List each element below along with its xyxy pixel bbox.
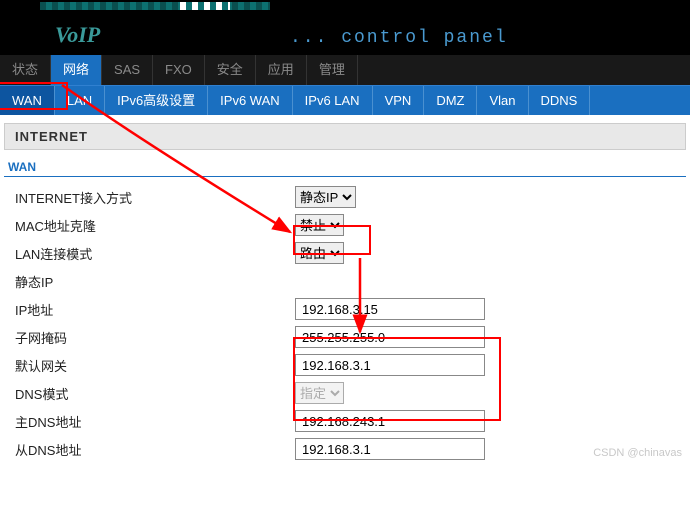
select-lan-mode[interactable]: 路由 — [295, 242, 344, 264]
row-ip: IP地址 — [0, 295, 690, 323]
input-mask[interactable] — [295, 326, 485, 348]
sub-tab-5[interactable]: VPN — [373, 86, 425, 115]
brand-subtitle: ... control panel — [290, 28, 508, 48]
label-ip: IP地址 — [0, 300, 295, 319]
main-tab-3[interactable]: FXO — [153, 55, 205, 85]
main-tab-1[interactable]: 网络 — [51, 55, 102, 85]
main-tab-4[interactable]: 安全 — [205, 55, 256, 85]
label-dns-mode: DNS模式 — [0, 384, 295, 403]
sub-tab-8[interactable]: DDNS — [529, 86, 591, 115]
input-dns1[interactable] — [295, 410, 485, 432]
main-tab-6[interactable]: 管理 — [307, 55, 358, 85]
select-mac-clone[interactable]: 禁止 — [295, 214, 344, 236]
label-access-mode: INTERNET接入方式 — [0, 188, 295, 207]
sub-tab-4[interactable]: IPv6 LAN — [293, 86, 373, 115]
row-mask: 子网掩码 — [0, 323, 690, 351]
input-gw[interactable] — [295, 354, 485, 376]
label-static-ip: 静态IP — [0, 272, 295, 291]
row-access-mode: INTERNET接入方式 静态IP — [0, 183, 690, 211]
sub-tab-0[interactable]: WAN — [0, 86, 55, 115]
fieldset-label: WAN — [8, 160, 690, 174]
sub-tab-3[interactable]: IPv6 WAN — [208, 86, 292, 115]
select-dns-mode: 指定 — [295, 382, 344, 404]
main-tab-0[interactable]: 状态 — [0, 55, 51, 85]
select-access-mode[interactable]: 静态IP — [295, 186, 356, 208]
row-mac-clone: MAC地址克隆 禁止 — [0, 211, 690, 239]
input-ip[interactable] — [295, 298, 485, 320]
main-tabs: 状态网络SASFXO安全应用管理 — [0, 55, 690, 85]
content: INTERNET WAN INTERNET接入方式 静态IP MAC地址克隆 禁… — [0, 123, 690, 463]
brand-logo: VoIP — [55, 22, 100, 48]
main-tab-2[interactable]: SAS — [102, 55, 153, 85]
app-root: VoIP ... control panel 状态网络SASFXO安全应用管理 … — [0, 0, 690, 463]
label-mac-clone: MAC地址克隆 — [0, 216, 295, 235]
label-gw: 默认网关 — [0, 356, 295, 375]
label-mask: 子网掩码 — [0, 328, 295, 347]
sub-tab-1[interactable]: LAN — [55, 86, 105, 115]
sub-tabs: WANLANIPv6高级设置IPv6 WANIPv6 LANVPNDMZVlan… — [0, 85, 690, 115]
label-dns2: 从DNS地址 — [0, 440, 295, 459]
header: VoIP ... control panel — [0, 0, 690, 55]
row-dns2: 从DNS地址 — [0, 435, 690, 463]
input-dns2[interactable] — [295, 438, 485, 460]
section-title: INTERNET — [4, 123, 686, 150]
row-dns1: 主DNS地址 — [0, 407, 690, 435]
header-stripe — [40, 2, 270, 10]
row-static-ip-header: 静态IP — [0, 267, 690, 295]
sub-tab-2[interactable]: IPv6高级设置 — [105, 86, 208, 115]
fieldset-line — [4, 176, 686, 177]
main-tab-5[interactable]: 应用 — [256, 55, 307, 85]
row-lan-mode: LAN连接模式 路由 — [0, 239, 690, 267]
sub-tab-7[interactable]: Vlan — [477, 86, 528, 115]
label-dns1: 主DNS地址 — [0, 412, 295, 431]
watermark: CSDN @chinavas — [593, 447, 682, 459]
row-gw: 默认网关 — [0, 351, 690, 379]
label-lan-mode: LAN连接模式 — [0, 244, 295, 263]
sub-tab-6[interactable]: DMZ — [424, 86, 477, 115]
row-dns-mode: DNS模式 指定 — [0, 379, 690, 407]
header-stripe2 — [180, 2, 230, 10]
